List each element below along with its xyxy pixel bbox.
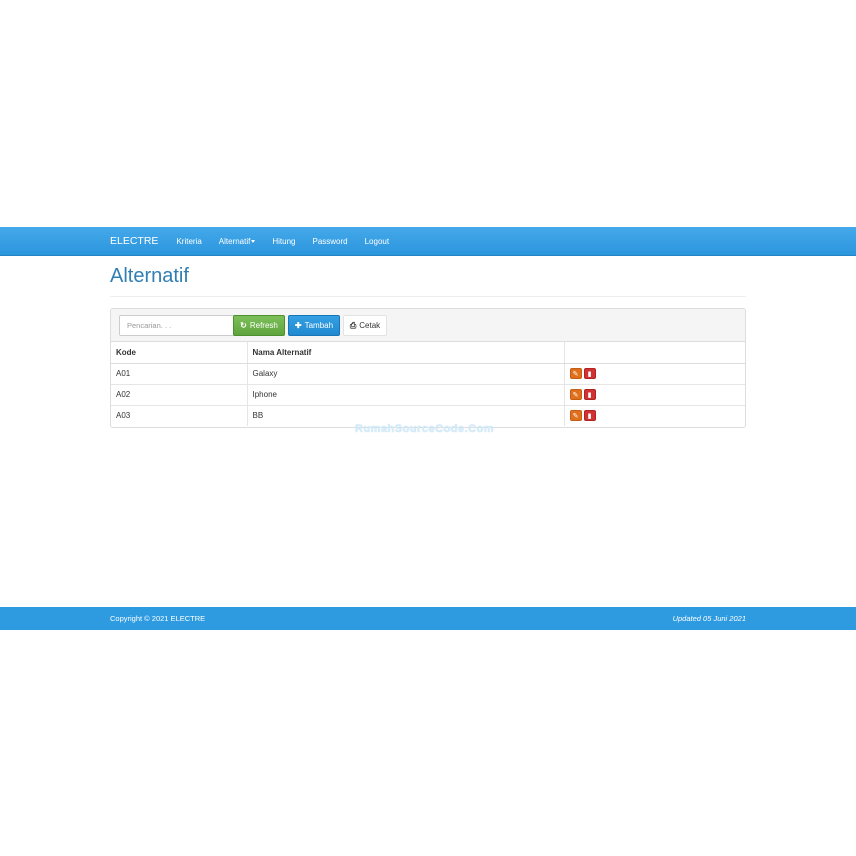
refresh-button-label: Refresh <box>249 321 278 330</box>
cell-actions: ✎ ▮ <box>564 405 745 426</box>
edit-icon[interactable]: ✎ <box>569 410 582 422</box>
footer-copyright: Copyright © 2021 ELECTRE <box>110 614 206 623</box>
nav-item-hitung[interactable]: Hitung <box>272 237 295 246</box>
nav-item-password[interactable]: Password <box>312 237 347 246</box>
search-input[interactable] <box>119 315 238 336</box>
alternatif-table: Kode Nama Alternatif A01 Galaxy ✎ ▮ A02 I… <box>111 342 745 426</box>
trash-icon[interactable]: ▮ <box>583 410 596 422</box>
add-button[interactable]: ✚ Tambah <box>288 315 340 336</box>
print-button-label: Cetak <box>359 321 381 330</box>
title-divider <box>110 296 746 297</box>
trash-icon[interactable]: ▮ <box>583 368 596 379</box>
alternatif-panel: ↻ Refresh ✚ Tambah ⎙ Cetak Kode Nama Alt… <box>110 308 746 428</box>
refresh-button[interactable]: ↻ Refresh <box>233 315 285 336</box>
column-header-kode: Kode <box>111 342 248 364</box>
cell-nama: Iphone <box>247 384 565 406</box>
panel-toolbar: ↻ Refresh ✚ Tambah ⎙ Cetak <box>111 309 745 342</box>
nav-item-kriteria[interactable]: Kriteria <box>176 237 201 246</box>
brand-link[interactable]: ELECTRE <box>110 235 158 247</box>
table-row: A02 Iphone ✎ ▮ <box>111 384 745 406</box>
add-button-label: Tambah <box>304 321 334 330</box>
nav-item-alternatif[interactable]: Alternatif <box>219 237 256 246</box>
nav-item-alternatif-label: Alternatif <box>218 236 251 246</box>
watermark: RumahSourceCode.Com <box>355 423 495 435</box>
footer: Copyright © 2021 ELECTRE Updated 05 Juni… <box>0 607 856 630</box>
caret-down-icon <box>251 239 256 243</box>
nav-item-logout[interactable]: Logout <box>365 237 389 246</box>
cell-actions: ✎ ▮ <box>564 363 745 385</box>
navbar: ELECTRE Kriteria Alternatif Hitung Passw… <box>0 227 856 256</box>
column-header-nama: Nama Alternatif <box>247 342 565 364</box>
trash-icon[interactable]: ▮ <box>583 389 596 400</box>
table-row: A01 Galaxy ✎ ▮ <box>111 363 745 385</box>
cell-kode: A02 <box>111 384 248 406</box>
print-button[interactable]: ⎙ Cetak <box>343 315 387 336</box>
table-header-row: Kode Nama Alternatif <box>111 342 745 364</box>
refresh-icon: ↻ <box>240 320 247 330</box>
page-title: Alternatif <box>110 265 189 287</box>
print-icon: ⎙ <box>349 320 357 330</box>
column-header-actions <box>564 342 745 364</box>
edit-icon[interactable]: ✎ <box>569 389 582 400</box>
cell-actions: ✎ ▮ <box>564 384 745 406</box>
plus-icon: ✚ <box>294 320 302 330</box>
cell-kode: A01 <box>111 363 248 385</box>
cell-nama: Galaxy <box>247 363 565 385</box>
edit-icon[interactable]: ✎ <box>569 368 582 379</box>
footer-updated: Updated 05 Juni 2021 <box>672 614 746 623</box>
navbar-inner: ELECTRE Kriteria Alternatif Hitung Passw… <box>110 227 406 255</box>
cell-kode: A03 <box>111 405 248 426</box>
